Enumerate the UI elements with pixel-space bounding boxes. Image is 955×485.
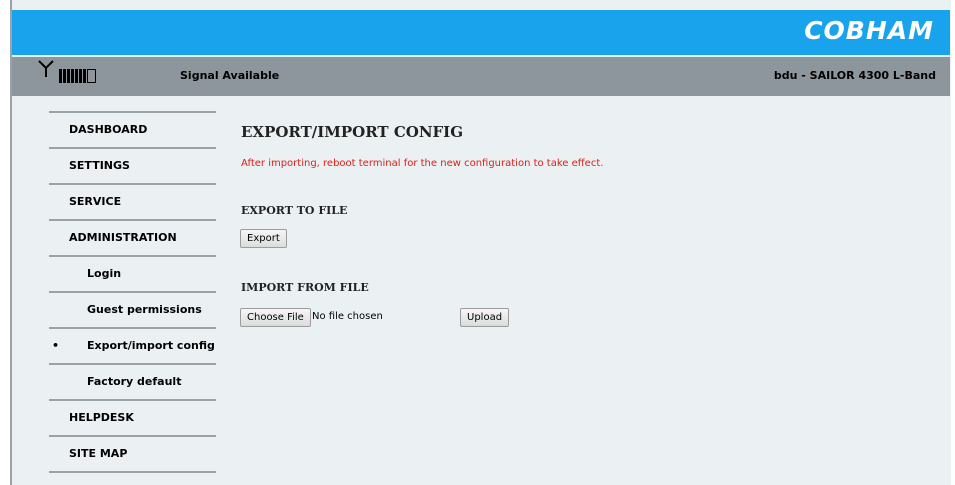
import-section-heading: IMPORT FROM FILE: [241, 281, 369, 294]
sidebar-nav: DASHBOARD SETTINGS SERVICE ADMINISTRATIO…: [49, 111, 216, 473]
sidebar-item-label: SERVICE: [69, 195, 122, 208]
signal-bar-filled: [79, 69, 82, 83]
sidebar-item-label: Guest permissions: [87, 303, 202, 316]
file-status-text: No file chosen: [312, 311, 383, 322]
sidebar-item-export-import-config[interactable]: • Export/import config: [49, 329, 216, 365]
choose-file-button[interactable]: Choose File: [240, 308, 311, 327]
signal-bar-filled: [75, 69, 78, 83]
sidebar-item-dashboard[interactable]: DASHBOARD: [49, 113, 216, 149]
sidebar-item-label: SETTINGS: [69, 159, 130, 172]
export-button[interactable]: Export: [240, 229, 287, 248]
sidebar-item-login[interactable]: Login: [49, 257, 216, 293]
signal-status-text: Signal Available: [180, 69, 280, 82]
right-margin: [951, 0, 955, 485]
sidebar-item-service[interactable]: SERVICE: [49, 185, 216, 221]
sidebar-item-label: Export/import config: [87, 339, 215, 352]
status-bar: Signal Available bdu - SAILOR 4300 L-Ban…: [12, 57, 950, 96]
reboot-notice: After importing, reboot terminal for the…: [241, 158, 604, 169]
sidebar-item-label: Login: [87, 267, 122, 280]
signal-bar-filled: [83, 69, 86, 83]
sidebar-item-label: DASHBOARD: [69, 123, 148, 136]
sidebar-item-site-map[interactable]: SITE MAP: [49, 437, 216, 473]
sidebar-item-guest-permissions[interactable]: Guest permissions: [49, 293, 216, 329]
signal-bar-filled: [67, 69, 70, 83]
sidebar-item-administration[interactable]: ADMINISTRATION: [49, 221, 216, 257]
signal-bar-filled: [71, 69, 74, 83]
sidebar-item-helpdesk[interactable]: HELPDESK: [49, 401, 216, 437]
sidebar-item-label: ADMINISTRATION: [69, 231, 177, 244]
sidebar-item-factory-default[interactable]: Factory default: [49, 365, 216, 401]
signal-bar-filled: [63, 69, 66, 83]
antenna-icon: [38, 60, 54, 77]
upload-button[interactable]: Upload: [460, 308, 510, 327]
active-item-bullet: •: [52, 339, 60, 352]
brand-logo: COBHAM: [804, 16, 934, 45]
page-title: EXPORT/IMPORT CONFIG: [241, 123, 464, 141]
signal-bar-empty: [87, 69, 96, 83]
top-header-band: COBHAM: [12, 10, 950, 55]
signal-strength-meter: [59, 69, 96, 83]
sidebar-item-settings[interactable]: SETTINGS: [49, 149, 216, 185]
signal-bar-filled: [59, 69, 62, 83]
export-section-heading: EXPORT TO FILE: [241, 204, 348, 217]
sidebar-item-label: Factory default: [87, 375, 182, 388]
sidebar-item-label: HELPDESK: [69, 411, 134, 424]
sidebar-item-label: SITE MAP: [69, 447, 128, 460]
device-name-text: bdu - SAILOR 4300 L-Band: [773, 69, 936, 82]
